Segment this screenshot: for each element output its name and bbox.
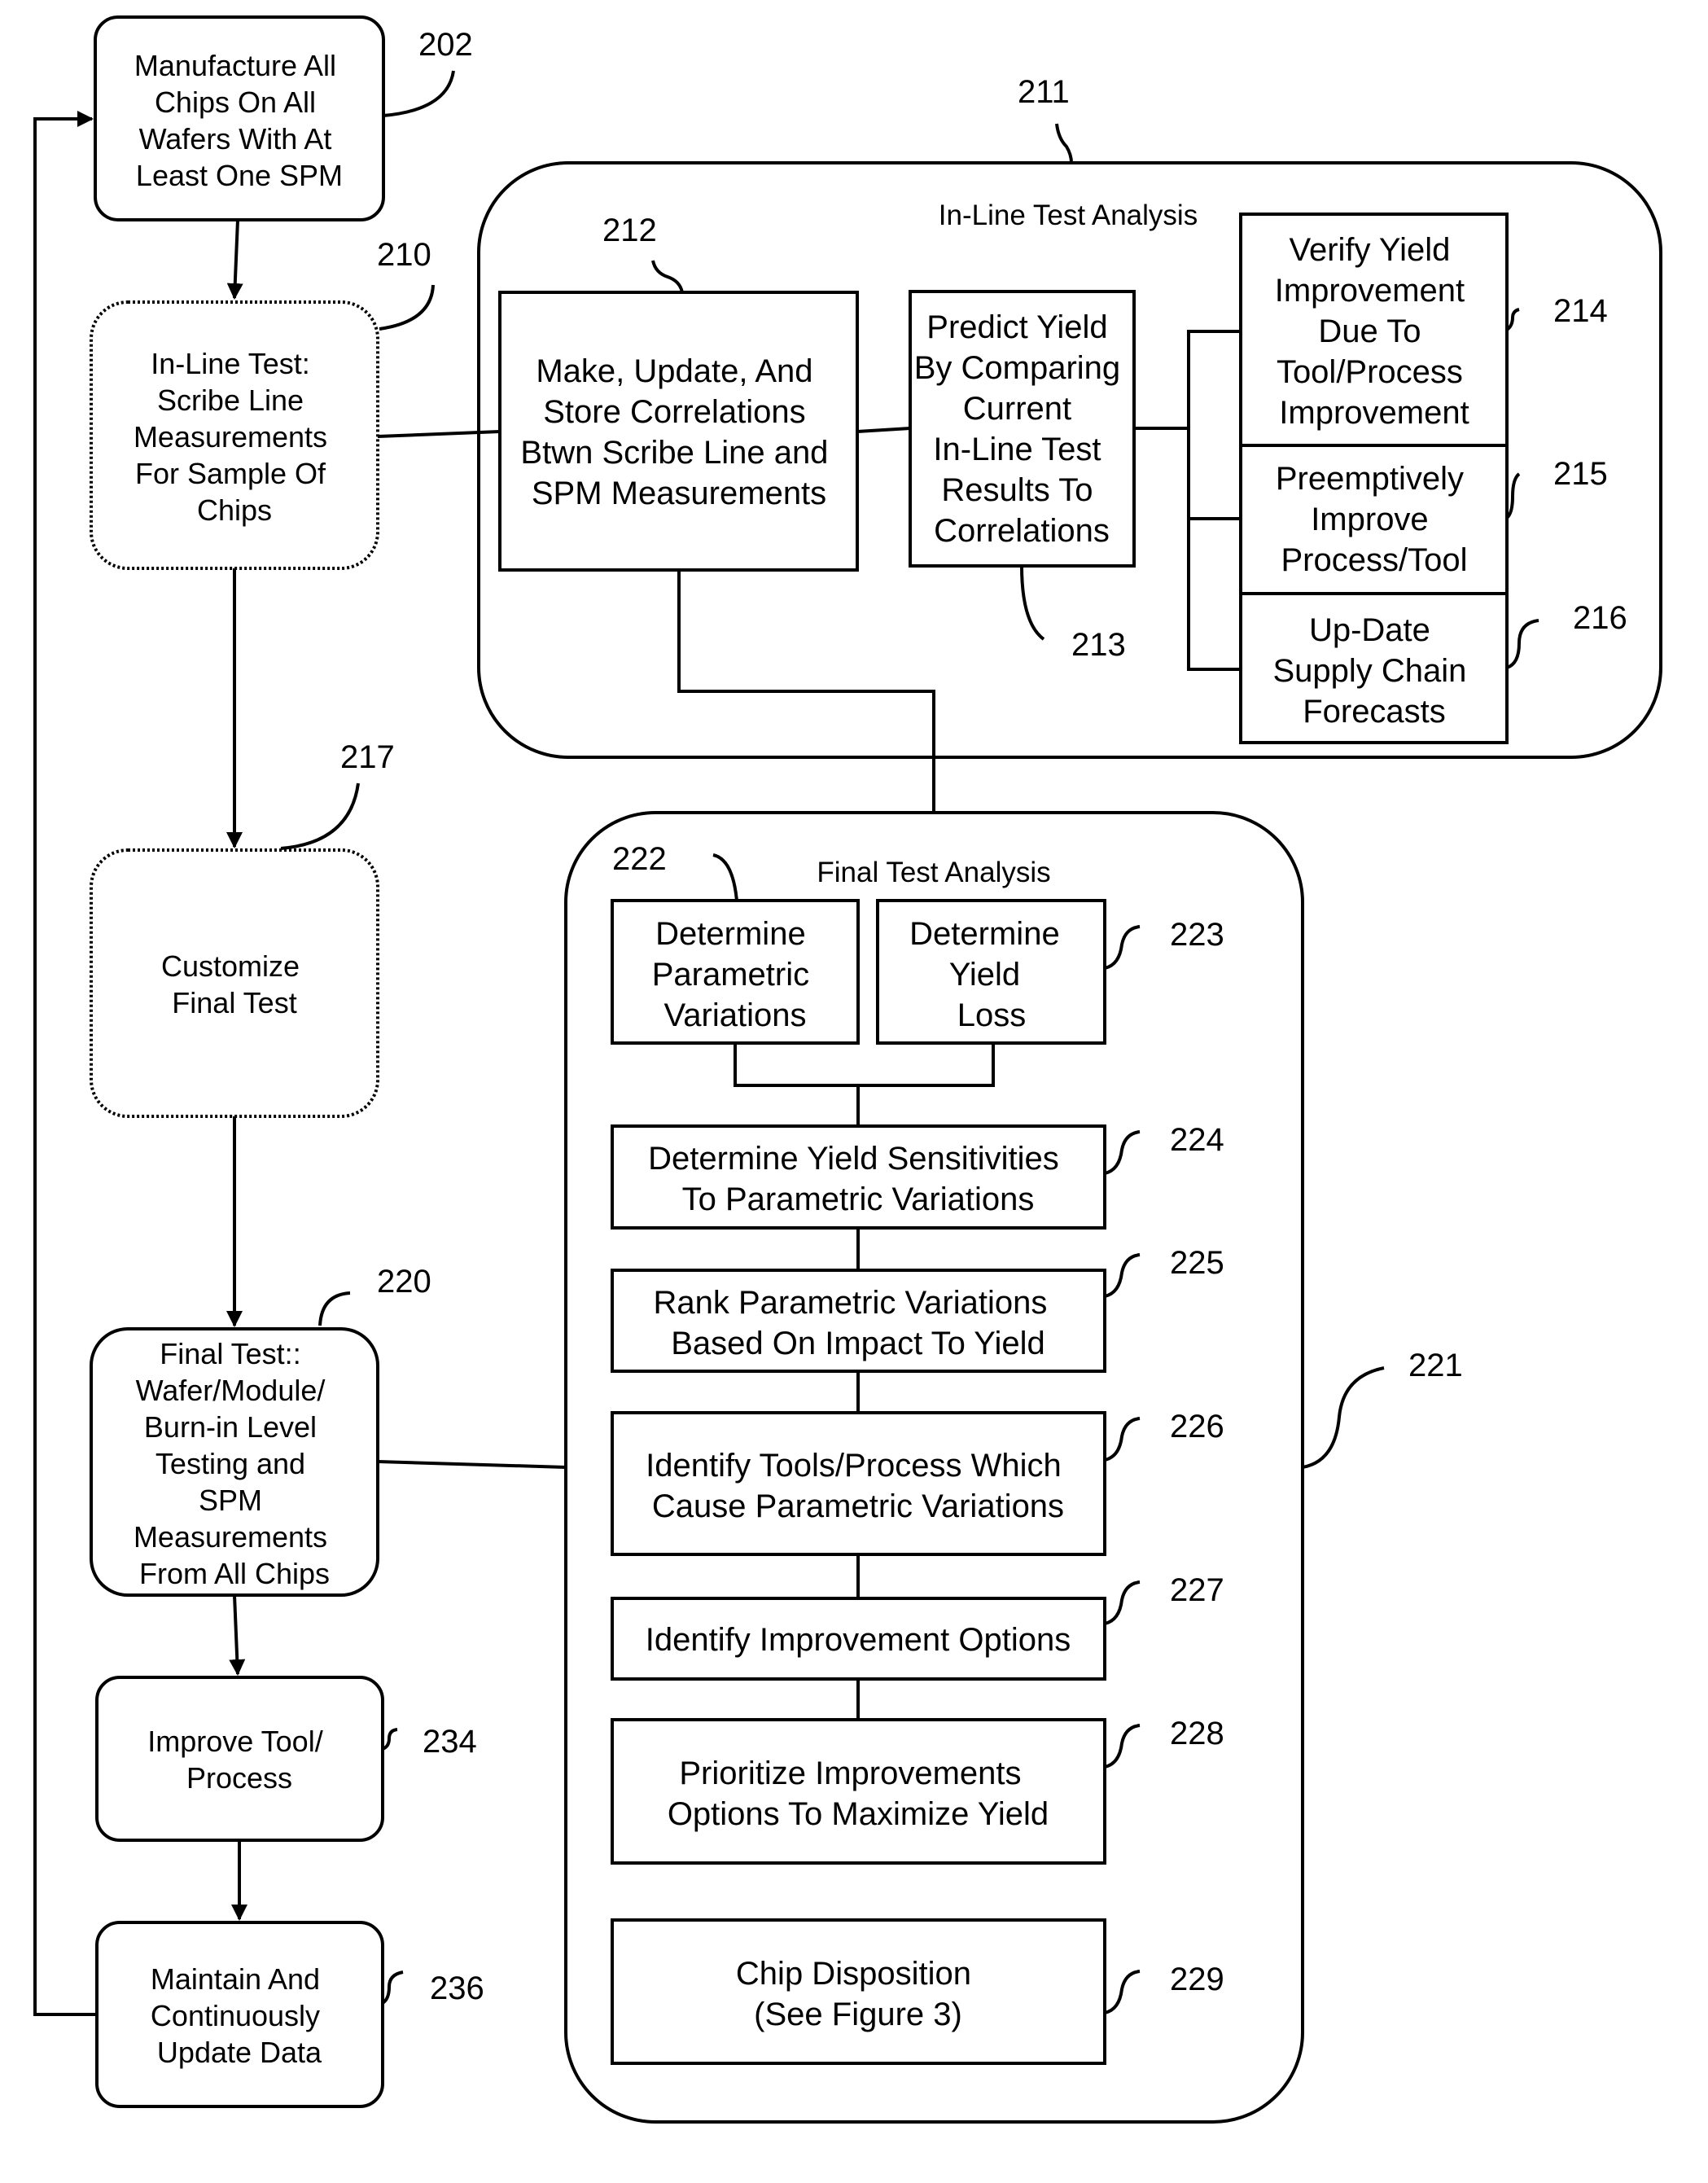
node-222-label: Determine Parametric Variations: [652, 916, 819, 1033]
ref-211: 211: [1018, 74, 1070, 110]
ref-236: 236: [430, 1970, 484, 2006]
ref-222: 222: [612, 841, 667, 877]
node-236[interactable]: Maintain And Continuously Update Data: [95, 1921, 384, 2108]
node-217-box: [90, 848, 379, 1118]
arrow-202-to-210: [226, 219, 243, 300]
leader-229: [1104, 1970, 1141, 2014]
leader-224: [1104, 1130, 1141, 1175]
ref-202: 202: [418, 27, 473, 63]
ref-224: 224: [1170, 1122, 1224, 1158]
ref-229: 229: [1170, 1962, 1224, 1997]
arrow-220-to-234: [229, 1594, 246, 1676]
ref-226: 226: [1170, 1409, 1224, 1444]
ref-210: 210: [377, 237, 431, 273]
node-229-box: [611, 1918, 1106, 2065]
node-214[interactable]: Verify Yield Improvement Due To Tool/Pro…: [1239, 213, 1509, 447]
leader-227: [1104, 1580, 1141, 1625]
flowchart-diagram: In-Line Test Analysis Final Test Analysi…: [33, 15, 1662, 2124]
ref-220: 220: [377, 1264, 431, 1300]
leader-228: [1104, 1724, 1141, 1769]
leader-217: [280, 782, 360, 850]
node-234[interactable]: Improve Tool/ Process: [95, 1676, 384, 1842]
leader-212: [651, 260, 684, 293]
leader-236: [381, 1970, 404, 2005]
node-215[interactable]: Preemptively Improve Process/Tool: [1239, 444, 1509, 595]
leader-202: [383, 70, 455, 117]
node-228-box: [611, 1718, 1106, 1865]
node-228[interactable]: Prioritize Improvements Options To Maxim…: [611, 1718, 1106, 1865]
connector-222-223-merge: [734, 1043, 995, 1087]
leader-216: [1506, 619, 1539, 669]
node-222[interactable]: Determine Parametric Variations: [611, 899, 860, 1045]
node-234-box: [95, 1676, 384, 1842]
node-210[interactable]: In-Line Test: Scribe Line Measurements F…: [90, 300, 379, 570]
final-test-analysis-title: Final Test Analysis: [817, 857, 1050, 888]
connector-210-to-212: [377, 430, 501, 438]
ref-223: 223: [1170, 917, 1224, 953]
ref-212: 212: [602, 213, 657, 248]
leader-221: [1302, 1366, 1385, 1469]
leader-222: [712, 853, 738, 901]
node-223[interactable]: Determine Yield Loss: [876, 899, 1106, 1045]
connector-220-to-221: [377, 1460, 567, 1469]
node-236-label: Maintain And Continuously Update Data: [151, 1962, 328, 2069]
leader-214: [1505, 308, 1520, 331]
node-213[interactable]: Predict Yield By Comparing Current In-Li…: [909, 290, 1136, 568]
ref-234: 234: [423, 1724, 477, 1760]
leader-215: [1505, 472, 1521, 519]
leader-226: [1104, 1417, 1141, 1462]
connector-212-to-221: [677, 570, 935, 813]
ref-215: 215: [1553, 456, 1608, 492]
ref-214: 214: [1553, 293, 1608, 329]
ref-228: 228: [1170, 1716, 1224, 1751]
feedback-loop-236-to-202: [33, 111, 97, 2016]
node-220[interactable]: Final Test:: Wafer/Module/ Burn-in Level…: [90, 1327, 379, 1597]
leader-234: [382, 1728, 398, 1751]
leader-210: [379, 284, 435, 331]
ref-227: 227: [1170, 1572, 1224, 1608]
connector-212-to-213: [856, 427, 911, 433]
node-212[interactable]: Make, Update, And Store Correlations Btw…: [498, 291, 859, 572]
leader-220: [318, 1291, 351, 1326]
node-225[interactable]: Rank Parametric Variations Based On Impa…: [611, 1269, 1106, 1373]
ref-225: 225: [1170, 1245, 1224, 1281]
bracket-214-216: [1187, 330, 1241, 671]
node-226-box: [611, 1411, 1106, 1556]
leader-223: [1104, 925, 1141, 970]
node-220-label: Final Test:: Wafer/Module/ Burn-in Level…: [134, 1337, 335, 1590]
node-229[interactable]: Chip Disposition (See Figure 3): [611, 1918, 1106, 2065]
ref-217: 217: [340, 739, 395, 775]
node-217[interactable]: Customize Final Test: [90, 848, 379, 1118]
node-224[interactable]: Determine Yield Sensitivities To Paramet…: [611, 1124, 1106, 1230]
leader-213: [1020, 565, 1045, 641]
leader-225: [1104, 1253, 1141, 1298]
ref-213: 213: [1071, 627, 1126, 663]
node-227[interactable]: Identify Improvement Options: [611, 1597, 1106, 1681]
node-226[interactable]: Identify Tools/Process Which Cause Param…: [611, 1411, 1106, 1556]
ref-221: 221: [1408, 1348, 1463, 1383]
ref-216: 216: [1573, 600, 1627, 636]
in-line-test-analysis-title: In-Line Test Analysis: [939, 199, 1198, 231]
node-212-box: [498, 291, 859, 572]
leader-211: [1055, 123, 1073, 164]
node-227-label: Identify Improvement Options: [646, 1622, 1071, 1658]
node-202[interactable]: Manufacture All Chips On All Wafers With…: [94, 15, 385, 221]
node-216[interactable]: Up-Date Supply Chain Forecasts: [1239, 592, 1509, 744]
